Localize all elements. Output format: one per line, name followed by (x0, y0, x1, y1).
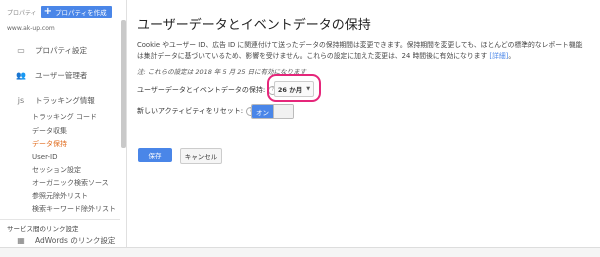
sidebar-section-title: サービス間のリンク設定 (7, 225, 79, 233)
sidebar-subitem-data-collection[interactable]: データ収集 (32, 126, 67, 137)
reset-toggle[interactable]: オン (251, 104, 294, 119)
sidebar-item-label: ユーザー管理者 (35, 70, 88, 80)
retention-label-row: ユーザーデータとイベントデータの保持: ? (137, 85, 278, 95)
plus-icon: + (43, 6, 53, 17)
sidebar: プロパティ + プロパティを作成 www.ak-up.com ▭ プロパティ設定… (0, 0, 127, 256)
sidebar-item-label: プロパティ設定 (35, 45, 88, 55)
property-settings-icon: ▭ (17, 45, 25, 55)
cancel-button[interactable]: キャンセル (180, 148, 222, 164)
sidebar-item-property-settings[interactable]: ▭ プロパティ設定 (0, 41, 120, 59)
sidebar-item-adwords[interactable]: ▦ AdWords のリンク設定 (0, 233, 120, 247)
user-management-icon: 👥 (16, 70, 26, 80)
sidebar-item-label: トラッキング情報 (35, 95, 95, 105)
page-title: ユーザーデータとイベントデータの保持 (137, 18, 371, 33)
toggle-off-side (273, 105, 293, 118)
sidebar-divider (0, 219, 120, 220)
sidebar-subitem-referral-exclusion[interactable]: 参照元除外リスト (32, 191, 88, 202)
sidebar-subitem-session-settings[interactable]: セッション設定 (32, 165, 81, 176)
sidebar-item-user-management[interactable]: 👥 ユーザー管理者 (0, 66, 120, 84)
reset-label: 新しいアクティビティをリセット: (137, 107, 244, 115)
main-panel: ユーザーデータとイベントデータの保持 Cookie やユーザー ID、広告 ID… (126, 0, 600, 256)
sidebar-item-tracking-info[interactable]: js トラッキング情報 (0, 91, 120, 109)
description-text: Cookie やユーザー ID、広告 ID に関連付けて送ったデータの保持期間は… (137, 41, 583, 60)
reset-label-row: 新しいアクティビティをリセット: ? (137, 106, 256, 116)
sidebar-subitem-user-id[interactable]: User-ID (32, 152, 58, 163)
sidebar-subitem-organic-search-sources[interactable]: オーガニック検索ソース (32, 178, 109, 189)
js-icon: js (17, 95, 25, 105)
site-url: www.ak-up.com (7, 25, 55, 32)
adwords-icon: ▦ (17, 235, 25, 245)
sidebar-header: プロパティ + プロパティを作成 (7, 5, 112, 19)
sidebar-item-label: AdWords のリンク設定 (35, 235, 116, 245)
learn-more-link[interactable]: [詳細] (489, 52, 508, 60)
sidebar-subitem-search-term-exclusion[interactable]: 検索キーワード除外リスト (32, 204, 116, 215)
sidebar-subitem-data-retention[interactable]: データ保持 (32, 139, 67, 150)
toggle-on-label: オン (252, 105, 273, 118)
property-label: プロパティ (7, 9, 37, 17)
create-property-label: プロパティを作成 (55, 9, 107, 17)
description: Cookie やユーザー ID、広告 ID に関連付けて送ったデータの保持期間は… (137, 40, 589, 61)
sidebar-subitem-tracking-code[interactable]: トラッキング コード (32, 112, 97, 123)
description-end: 。 (508, 51, 516, 60)
caret-down-icon: ▼ (306, 86, 311, 92)
create-property-button[interactable]: + プロパティを作成 (40, 6, 112, 18)
save-button[interactable]: 保存 (138, 148, 172, 162)
retention-label: ユーザーデータとイベントデータの保持: (137, 86, 266, 94)
retention-value: 26 か月 (277, 86, 303, 94)
retention-dropdown[interactable]: 26 か月 ▼ (274, 81, 314, 97)
